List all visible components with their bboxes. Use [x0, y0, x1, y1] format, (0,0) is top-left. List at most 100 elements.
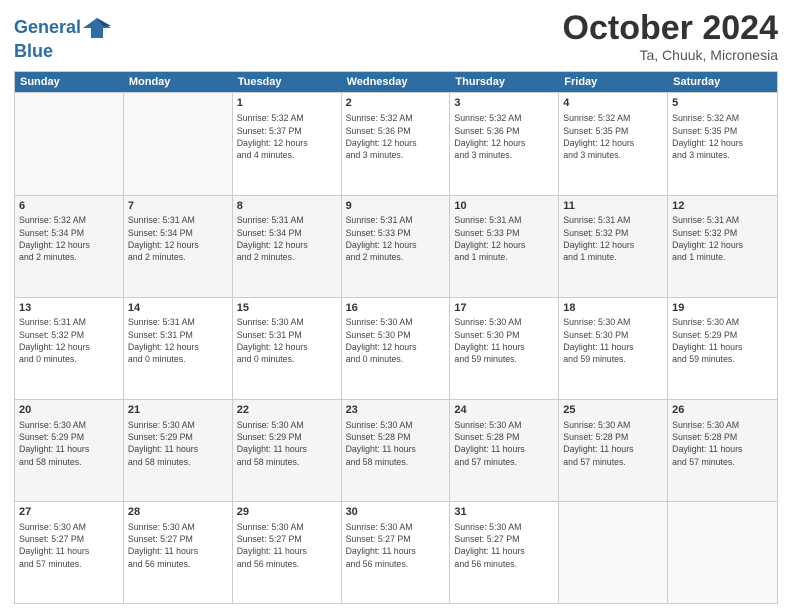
calendar: Sunday Monday Tuesday Wednesday Thursday… [14, 71, 778, 604]
day-number: 13 [19, 301, 119, 316]
cal-cell-r1-c3: 9Sunrise: 5:31 AMSunset: 5:33 PMDaylight… [342, 196, 451, 297]
calendar-row-0: 1Sunrise: 5:32 AMSunset: 5:37 PMDaylight… [15, 92, 777, 194]
day-number: 16 [346, 301, 446, 316]
day-number: 26 [672, 403, 773, 418]
day-info: Sunrise: 5:31 AMSunset: 5:33 PMDaylight:… [454, 214, 554, 263]
day-number: 2 [346, 96, 446, 111]
cal-cell-r2-c6: 19Sunrise: 5:30 AMSunset: 5:29 PMDayligh… [668, 298, 777, 399]
calendar-header: Sunday Monday Tuesday Wednesday Thursday… [15, 72, 777, 92]
cal-cell-r0-c3: 2Sunrise: 5:32 AMSunset: 5:36 PMDaylight… [342, 93, 451, 194]
calendar-body: 1Sunrise: 5:32 AMSunset: 5:37 PMDaylight… [15, 92, 777, 603]
cal-cell-r0-c2: 1Sunrise: 5:32 AMSunset: 5:37 PMDaylight… [233, 93, 342, 194]
day-number: 17 [454, 301, 554, 316]
day-number: 23 [346, 403, 446, 418]
cal-cell-r3-c4: 24Sunrise: 5:30 AMSunset: 5:28 PMDayligh… [450, 400, 559, 501]
day-info: Sunrise: 5:32 AMSunset: 5:35 PMDaylight:… [672, 112, 773, 161]
day-number: 14 [128, 301, 228, 316]
cal-cell-r1-c1: 7Sunrise: 5:31 AMSunset: 5:34 PMDaylight… [124, 196, 233, 297]
day-info: Sunrise: 5:30 AMSunset: 5:29 PMDaylight:… [19, 419, 119, 468]
header-friday: Friday [559, 72, 668, 92]
day-number: 3 [454, 96, 554, 111]
day-info: Sunrise: 5:30 AMSunset: 5:29 PMDaylight:… [237, 419, 337, 468]
day-number: 11 [563, 199, 663, 214]
cal-cell-r2-c1: 14Sunrise: 5:31 AMSunset: 5:31 PMDayligh… [124, 298, 233, 399]
day-number: 21 [128, 403, 228, 418]
logo: General Blue [14, 14, 111, 62]
cal-cell-r4-c6 [668, 502, 777, 603]
page: General Blue October 2024 Ta, Chuuk, Mic… [0, 0, 792, 612]
header-wednesday: Wednesday [342, 72, 451, 92]
calendar-row-2: 13Sunrise: 5:31 AMSunset: 5:32 PMDayligh… [15, 297, 777, 399]
cal-cell-r4-c5 [559, 502, 668, 603]
logo-bird-icon [83, 14, 111, 42]
day-info: Sunrise: 5:31 AMSunset: 5:32 PMDaylight:… [563, 214, 663, 263]
header-saturday: Saturday [668, 72, 777, 92]
day-number: 8 [237, 199, 337, 214]
cal-cell-r2-c5: 18Sunrise: 5:30 AMSunset: 5:30 PMDayligh… [559, 298, 668, 399]
day-info: Sunrise: 5:31 AMSunset: 5:34 PMDaylight:… [237, 214, 337, 263]
cal-cell-r1-c0: 6Sunrise: 5:32 AMSunset: 5:34 PMDaylight… [15, 196, 124, 297]
day-number: 22 [237, 403, 337, 418]
day-info: Sunrise: 5:32 AMSunset: 5:34 PMDaylight:… [19, 214, 119, 263]
day-info: Sunrise: 5:30 AMSunset: 5:28 PMDaylight:… [346, 419, 446, 468]
day-number: 30 [346, 505, 446, 520]
day-number: 29 [237, 505, 337, 520]
day-info: Sunrise: 5:31 AMSunset: 5:31 PMDaylight:… [128, 316, 228, 365]
header: General Blue October 2024 Ta, Chuuk, Mic… [14, 10, 778, 63]
day-info: Sunrise: 5:30 AMSunset: 5:30 PMDaylight:… [454, 316, 554, 365]
day-info: Sunrise: 5:30 AMSunset: 5:29 PMDaylight:… [128, 419, 228, 468]
cal-cell-r2-c2: 15Sunrise: 5:30 AMSunset: 5:31 PMDayligh… [233, 298, 342, 399]
cal-cell-r4-c3: 30Sunrise: 5:30 AMSunset: 5:27 PMDayligh… [342, 502, 451, 603]
day-info: Sunrise: 5:31 AMSunset: 5:33 PMDaylight:… [346, 214, 446, 263]
cal-cell-r2-c3: 16Sunrise: 5:30 AMSunset: 5:30 PMDayligh… [342, 298, 451, 399]
cal-cell-r1-c5: 11Sunrise: 5:31 AMSunset: 5:32 PMDayligh… [559, 196, 668, 297]
day-number: 12 [672, 199, 773, 214]
cal-cell-r2-c4: 17Sunrise: 5:30 AMSunset: 5:30 PMDayligh… [450, 298, 559, 399]
day-info: Sunrise: 5:30 AMSunset: 5:28 PMDaylight:… [672, 419, 773, 468]
header-thursday: Thursday [450, 72, 559, 92]
day-info: Sunrise: 5:30 AMSunset: 5:29 PMDaylight:… [672, 316, 773, 365]
logo-text: General [14, 18, 81, 38]
cal-cell-r1-c4: 10Sunrise: 5:31 AMSunset: 5:33 PMDayligh… [450, 196, 559, 297]
day-info: Sunrise: 5:31 AMSunset: 5:32 PMDaylight:… [672, 214, 773, 263]
day-number: 10 [454, 199, 554, 214]
day-number: 19 [672, 301, 773, 316]
day-number: 25 [563, 403, 663, 418]
cal-cell-r4-c0: 27Sunrise: 5:30 AMSunset: 5:27 PMDayligh… [15, 502, 124, 603]
day-info: Sunrise: 5:30 AMSunset: 5:28 PMDaylight:… [563, 419, 663, 468]
cal-cell-r4-c4: 31Sunrise: 5:30 AMSunset: 5:27 PMDayligh… [450, 502, 559, 603]
day-number: 6 [19, 199, 119, 214]
cal-cell-r0-c1 [124, 93, 233, 194]
day-info: Sunrise: 5:32 AMSunset: 5:35 PMDaylight:… [563, 112, 663, 161]
cal-cell-r1-c6: 12Sunrise: 5:31 AMSunset: 5:32 PMDayligh… [668, 196, 777, 297]
day-number: 20 [19, 403, 119, 418]
day-info: Sunrise: 5:30 AMSunset: 5:30 PMDaylight:… [346, 316, 446, 365]
cal-cell-r3-c1: 21Sunrise: 5:30 AMSunset: 5:29 PMDayligh… [124, 400, 233, 501]
day-info: Sunrise: 5:30 AMSunset: 5:30 PMDaylight:… [563, 316, 663, 365]
cal-cell-r4-c1: 28Sunrise: 5:30 AMSunset: 5:27 PMDayligh… [124, 502, 233, 603]
day-number: 31 [454, 505, 554, 520]
day-info: Sunrise: 5:30 AMSunset: 5:27 PMDaylight:… [128, 521, 228, 570]
day-number: 15 [237, 301, 337, 316]
title-block: October 2024 Ta, Chuuk, Micronesia [563, 10, 778, 63]
day-info: Sunrise: 5:32 AMSunset: 5:37 PMDaylight:… [237, 112, 337, 161]
header-sunday: Sunday [15, 72, 124, 92]
cal-cell-r4-c2: 29Sunrise: 5:30 AMSunset: 5:27 PMDayligh… [233, 502, 342, 603]
cal-cell-r3-c0: 20Sunrise: 5:30 AMSunset: 5:29 PMDayligh… [15, 400, 124, 501]
calendar-row-1: 6Sunrise: 5:32 AMSunset: 5:34 PMDaylight… [15, 195, 777, 297]
calendar-row-4: 27Sunrise: 5:30 AMSunset: 5:27 PMDayligh… [15, 501, 777, 603]
cal-cell-r0-c5: 4Sunrise: 5:32 AMSunset: 5:35 PMDaylight… [559, 93, 668, 194]
logo-text-blue: Blue [14, 42, 111, 62]
day-info: Sunrise: 5:32 AMSunset: 5:36 PMDaylight:… [346, 112, 446, 161]
day-info: Sunrise: 5:30 AMSunset: 5:27 PMDaylight:… [346, 521, 446, 570]
cal-cell-r3-c2: 22Sunrise: 5:30 AMSunset: 5:29 PMDayligh… [233, 400, 342, 501]
cal-cell-r2-c0: 13Sunrise: 5:31 AMSunset: 5:32 PMDayligh… [15, 298, 124, 399]
day-number: 1 [237, 96, 337, 111]
header-monday: Monday [124, 72, 233, 92]
day-info: Sunrise: 5:31 AMSunset: 5:32 PMDaylight:… [19, 316, 119, 365]
header-tuesday: Tuesday [233, 72, 342, 92]
day-number: 5 [672, 96, 773, 111]
day-number: 7 [128, 199, 228, 214]
cal-cell-r1-c2: 8Sunrise: 5:31 AMSunset: 5:34 PMDaylight… [233, 196, 342, 297]
calendar-row-3: 20Sunrise: 5:30 AMSunset: 5:29 PMDayligh… [15, 399, 777, 501]
